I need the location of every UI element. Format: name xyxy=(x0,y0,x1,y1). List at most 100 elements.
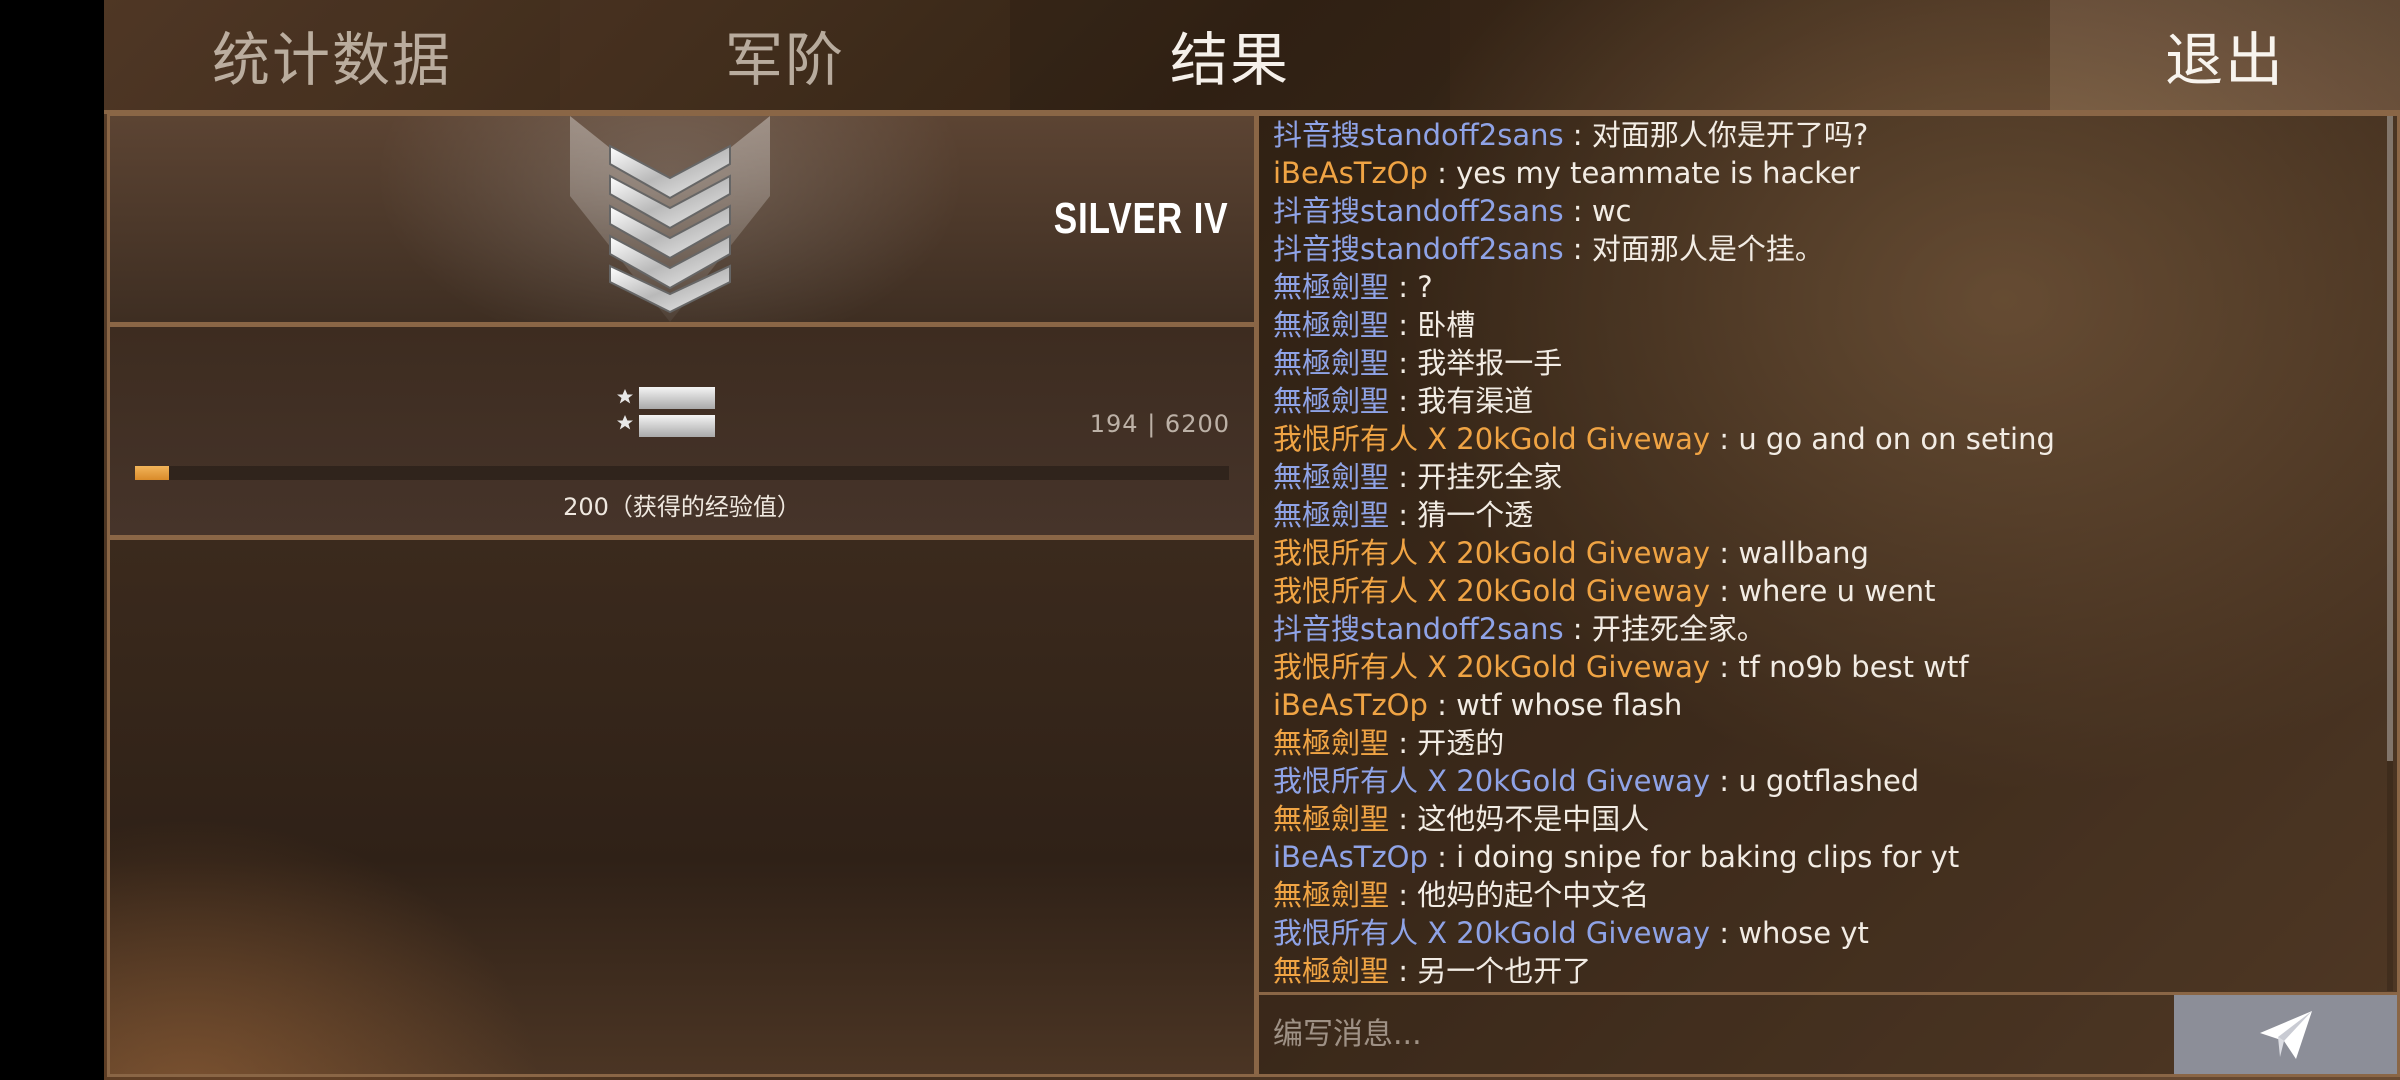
chat-message: 無極劍聖 : 另一个也开了 xyxy=(1259,952,2379,990)
chat-message-author[interactable]: iBeAsTzOp xyxy=(1273,156,1428,190)
exit-button[interactable]: 退出 xyxy=(2050,0,2400,110)
chat-message-text: i doing snipe for baking clips for yt xyxy=(1456,840,1960,874)
chat-message-separator: : xyxy=(1710,422,1739,456)
chat-log[interactable]: 抖音搜standoff2sans : 对面那人你是开了吗? iBeAsTzOp :… xyxy=(1259,116,2379,991)
chat-message-author[interactable]: 抖音搜standoff2sans xyxy=(1273,612,1564,646)
chat-message-text: u go and on on seting xyxy=(1738,422,2055,456)
send-message-button[interactable] xyxy=(2174,995,2397,1074)
chat-message: 我恨所有人 X 20kGold Giveway : tf no9b best w… xyxy=(1259,648,2379,686)
tab-rank[interactable]: 军阶 xyxy=(560,0,1010,110)
chat-message-author[interactable]: 無極劍聖 xyxy=(1273,308,1389,342)
chat-message-text: 他妈的起个中文名 xyxy=(1417,878,1650,912)
chat-message-author[interactable]: 無極劍聖 xyxy=(1273,878,1389,912)
chat-message-separator: : xyxy=(1389,308,1418,342)
chat-message-separator: : xyxy=(1389,460,1418,494)
chat-message-text: 对面那人你是开了吗? xyxy=(1591,118,1869,152)
chat-message-separator: : xyxy=(1427,840,1457,874)
chat-message-separator: : xyxy=(1427,156,1457,190)
chat-message-separator: : xyxy=(1563,232,1592,266)
chat-message: 我恨所有人 X 20kGold Giveway : whose yt xyxy=(1259,914,2379,952)
chat-message-author[interactable]: 我恨所有人 X 20kGold Giveway xyxy=(1273,916,1710,950)
chat-message-separator: : xyxy=(1563,612,1592,646)
xp-gained-label: 200（获得的经验值） xyxy=(563,493,801,521)
chat-message-author[interactable]: iBeAsTzOp xyxy=(1273,688,1428,722)
chat-message-text: where u went xyxy=(1738,574,1936,608)
chat-message-text: 我有渠道 xyxy=(1417,384,1534,418)
experience-panel: 194 | 6200 200（获得的经验值） xyxy=(107,324,1257,538)
chat-message-separator: : xyxy=(1389,802,1418,836)
chat-message-text: 另一个也开了 xyxy=(1417,954,1592,988)
chat-message-text: tf no9b best wtf xyxy=(1738,650,1969,684)
next-rank-stars-bars-icon xyxy=(617,387,715,437)
chat-message-text: 开透的 xyxy=(1417,726,1505,760)
xp-progress-fill xyxy=(135,466,169,480)
chat-message: 抖音搜standoff2sans : 对面那人是个挂。 xyxy=(1259,230,2379,268)
chat-message-author[interactable]: 無極劍聖 xyxy=(1273,726,1389,760)
tab-statistics[interactable]: 统计数据 xyxy=(104,0,560,110)
chat-message-text: 这他妈不是中国人 xyxy=(1417,802,1650,836)
chat-message: 無極劍聖 : 我举报一手 xyxy=(1259,344,2379,382)
chat-message-author[interactable]: 抖音搜standoff2sans xyxy=(1273,118,1564,152)
chat-message-author[interactable]: 抖音搜standoff2sans xyxy=(1273,232,1564,266)
chat-message: 我恨所有人 X 20kGold Giveway : u gotflashed xyxy=(1259,762,2379,800)
chat-message-text: 开挂死全家 xyxy=(1417,460,1563,494)
chat-panel: 抖音搜standoff2sans : 对面那人你是开了吗? iBeAsTzOp :… xyxy=(1256,113,2400,1077)
chat-message-separator: : xyxy=(1389,270,1418,304)
chat-message-separator: : xyxy=(1389,346,1418,380)
chat-message: 無極劍聖 : 这他妈不是中国人 xyxy=(1259,800,2379,838)
chat-message-separator: : xyxy=(1389,498,1418,532)
chat-message-separator: : xyxy=(1389,954,1418,988)
chat-message-text: wallbang xyxy=(1738,536,1869,570)
paper-plane-send-icon xyxy=(2259,1010,2312,1059)
chat-scrollbar[interactable] xyxy=(2387,116,2393,991)
tab-bar: 统计数据 军阶 结果 退出 xyxy=(104,0,2400,110)
chat-message-separator: : xyxy=(1710,764,1739,798)
xp-count: 194 | 6200 xyxy=(1089,410,1230,438)
chat-message-author[interactable]: iBeAsTzOp xyxy=(1273,840,1428,874)
tab-results[interactable]: 结果 xyxy=(1010,0,1450,110)
chat-message-author[interactable]: 抖音搜standoff2sans xyxy=(1273,194,1564,228)
chat-message-author[interactable]: 無極劍聖 xyxy=(1273,498,1389,532)
chat-message-separator: : xyxy=(1389,726,1418,760)
chat-message-author[interactable]: 無極劍聖 xyxy=(1273,384,1389,418)
chat-message-text: 对面那人是个挂。 xyxy=(1591,232,1824,266)
chat-message-separator: : xyxy=(1710,916,1739,950)
chat-message-author[interactable]: 我恨所有人 X 20kGold Giveway xyxy=(1273,650,1710,684)
chat-message-separator: : xyxy=(1710,574,1739,608)
chat-message-text: yes my teammate is hacker xyxy=(1456,156,1860,190)
chat-message-author[interactable]: 無極劍聖 xyxy=(1273,460,1389,494)
chat-message: iBeAsTzOp : wtf whose flash xyxy=(1259,686,2379,724)
chat-message-author[interactable]: 我恨所有人 X 20kGold Giveway xyxy=(1273,536,1710,570)
chat-message: 抖音搜standoff2sans : wc xyxy=(1259,192,2379,230)
chat-message-separator: : xyxy=(1563,118,1592,152)
chat-message: 無極劍聖 : 开透的 xyxy=(1259,724,2379,762)
chat-message: 無極劍聖 : 卧槽 xyxy=(1259,306,2379,344)
rank-name: SILVER IV xyxy=(1053,194,1228,243)
chat-message-author[interactable]: 無極劍聖 xyxy=(1273,802,1389,836)
chat-message: 無極劍聖 : 开挂死全家 xyxy=(1259,458,2379,496)
chat-message-text: u gotflashed xyxy=(1738,764,1920,798)
tab-bar-spacer xyxy=(1450,0,2050,110)
chat-message-text: whose yt xyxy=(1738,916,1869,950)
chat-message-input[interactable] xyxy=(1259,995,2171,1074)
chat-message: 無極劍聖 : ? xyxy=(1259,268,2379,306)
chat-message-author[interactable]: 無極劍聖 xyxy=(1273,270,1389,304)
chat-message-text: ? xyxy=(1417,270,1433,304)
chat-message-text: wc xyxy=(1591,194,1632,228)
chat-message: 無極劍聖 : 我有渠道 xyxy=(1259,382,2379,420)
chat-scroll-thumb[interactable] xyxy=(2387,116,2393,761)
chat-message-text: 我举报一手 xyxy=(1417,346,1563,380)
chat-message-author[interactable]: 無極劍聖 xyxy=(1273,346,1389,380)
chat-message-text: 卧槽 xyxy=(1417,308,1476,342)
chat-message-text: 猜一个透 xyxy=(1417,498,1534,532)
chat-input-row xyxy=(1259,992,2397,1074)
chat-message-author[interactable]: 我恨所有人 X 20kGold Giveway xyxy=(1273,764,1710,798)
chat-message-text: 开挂死全家。 xyxy=(1591,612,1766,646)
chat-message-author[interactable]: 我恨所有人 X 20kGold Giveway xyxy=(1273,574,1710,608)
chat-message: iBeAsTzOp : i doing snipe for baking cli… xyxy=(1259,838,2379,876)
empty-content-panel xyxy=(107,537,1257,1077)
chat-message-author[interactable]: 無極劍聖 xyxy=(1273,954,1389,988)
rank-panel: SILVER IV xyxy=(107,113,1257,325)
chat-message-author[interactable]: 我恨所有人 X 20kGold Giveway xyxy=(1273,422,1710,456)
silver-chevron-rank-icon xyxy=(570,116,770,322)
